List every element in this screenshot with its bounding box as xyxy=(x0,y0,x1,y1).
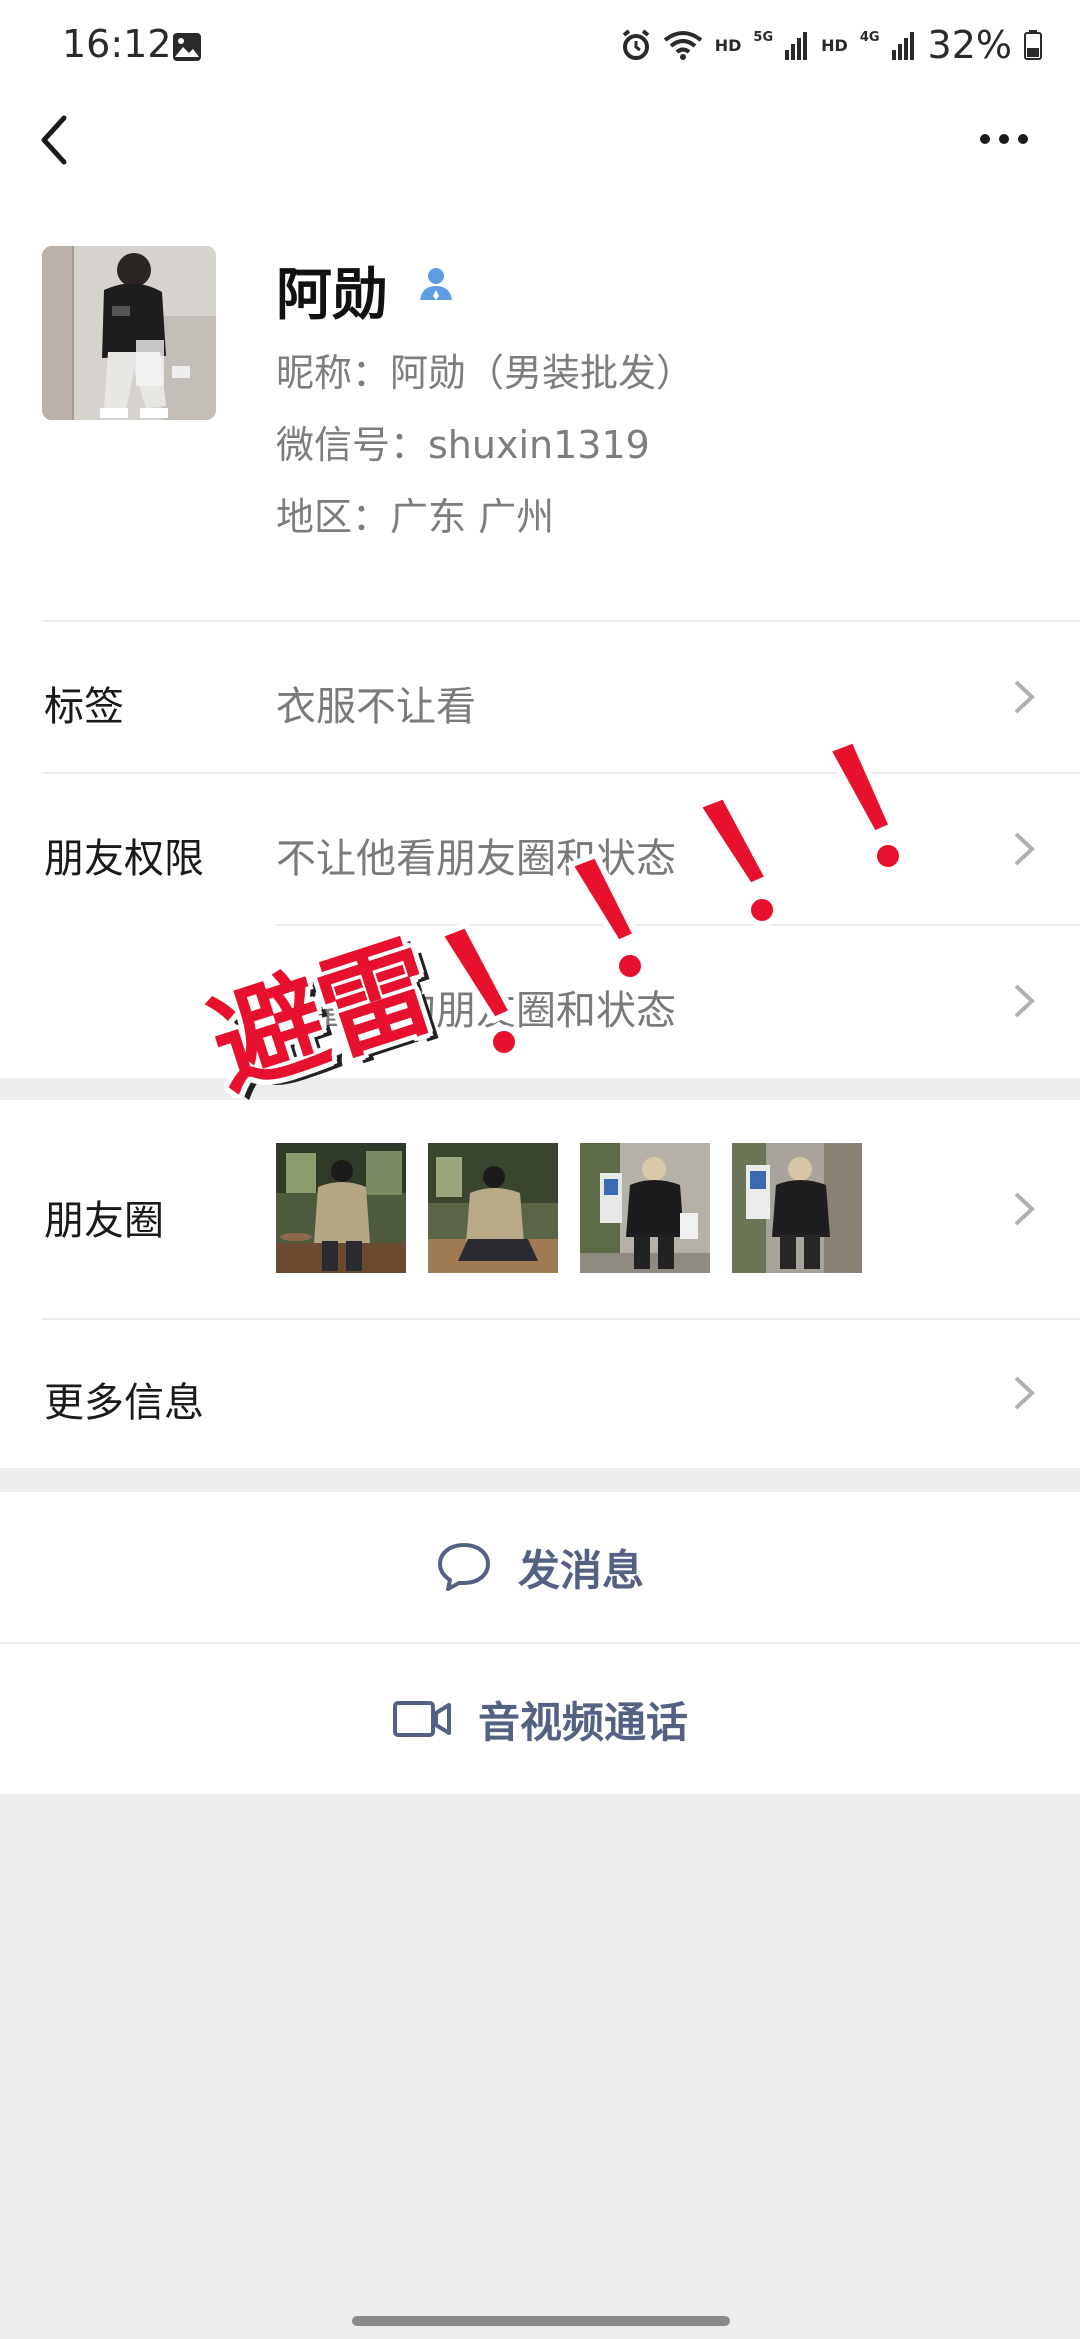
chevron-right-icon xyxy=(1014,832,1035,866)
exclamation-sticker xyxy=(435,736,905,1059)
moments-thumbnail[interactable] xyxy=(580,1143,710,1273)
region-line: 地区：广东 广州 xyxy=(276,495,555,539)
signal-icon-1 xyxy=(785,32,808,60)
status-time: 16:12 xyxy=(62,22,172,66)
send-message-button[interactable]: 发消息 xyxy=(0,1492,1080,1642)
person-icon xyxy=(420,268,452,300)
nav-bar xyxy=(0,90,1080,190)
battery-icon xyxy=(1024,30,1042,60)
chevron-right-icon xyxy=(1014,1192,1035,1226)
home-indicator[interactable] xyxy=(352,2316,730,2326)
chevron-right-icon xyxy=(1014,680,1035,714)
contact-name: 阿勋 xyxy=(276,263,388,328)
moments-thumbnail[interactable] xyxy=(428,1143,558,1273)
tags-value: 衣服不让看 xyxy=(276,684,476,730)
hd-label-1: HD xyxy=(714,35,742,55)
alarm-icon xyxy=(622,29,649,60)
wechat-id-line: 微信号：shuxin1319 xyxy=(276,423,650,467)
video-camera-icon xyxy=(392,1701,451,1737)
profile-header: 阿勋 昵称：阿勋（男装批发） 微信号：shuxin1319 地区：广东 广州 xyxy=(0,190,1080,620)
nickname-line: 昵称：阿勋（男装批发） xyxy=(276,351,695,395)
chevron-right-icon xyxy=(1014,984,1035,1018)
battery-percent: 32% xyxy=(927,23,1012,67)
status-icons: HD 5G HD 4G 32% xyxy=(621,20,1042,70)
more-info-label: 更多信息 xyxy=(44,1380,204,1426)
send-message-label: 发消息 xyxy=(517,1545,644,1595)
chevron-right-icon xyxy=(1014,1376,1035,1410)
moments-thumbnail[interactable] xyxy=(276,1143,406,1273)
avatar[interactable] xyxy=(42,246,216,420)
voice-video-call-label: 音视频通话 xyxy=(477,1697,688,1747)
voice-video-call-button[interactable]: 音视频通话 xyxy=(0,1644,1080,1794)
chevron-left-icon[interactable] xyxy=(36,112,70,168)
moments-label: 朋友圈 xyxy=(44,1198,164,1244)
wifi-icon xyxy=(663,31,702,60)
tags-label: 标签 xyxy=(44,684,124,730)
more-dots-icon[interactable] xyxy=(978,132,1030,146)
signal-icon-2 xyxy=(891,32,914,60)
network-label-5g: 5G xyxy=(753,29,774,45)
network-label-4g: 4G xyxy=(859,29,880,45)
permission-label: 朋友权限 xyxy=(44,836,204,882)
moments-thumbnail[interactable] xyxy=(732,1143,862,1273)
status-bar: 16:12 HD 5G HD 4G 32% xyxy=(0,0,1080,90)
hd-label-2: HD xyxy=(821,35,848,55)
chat-bubble-icon xyxy=(437,1543,490,1591)
more-info-row[interactable]: 更多信息 xyxy=(0,1320,1080,1468)
gallery-icon xyxy=(173,33,201,61)
